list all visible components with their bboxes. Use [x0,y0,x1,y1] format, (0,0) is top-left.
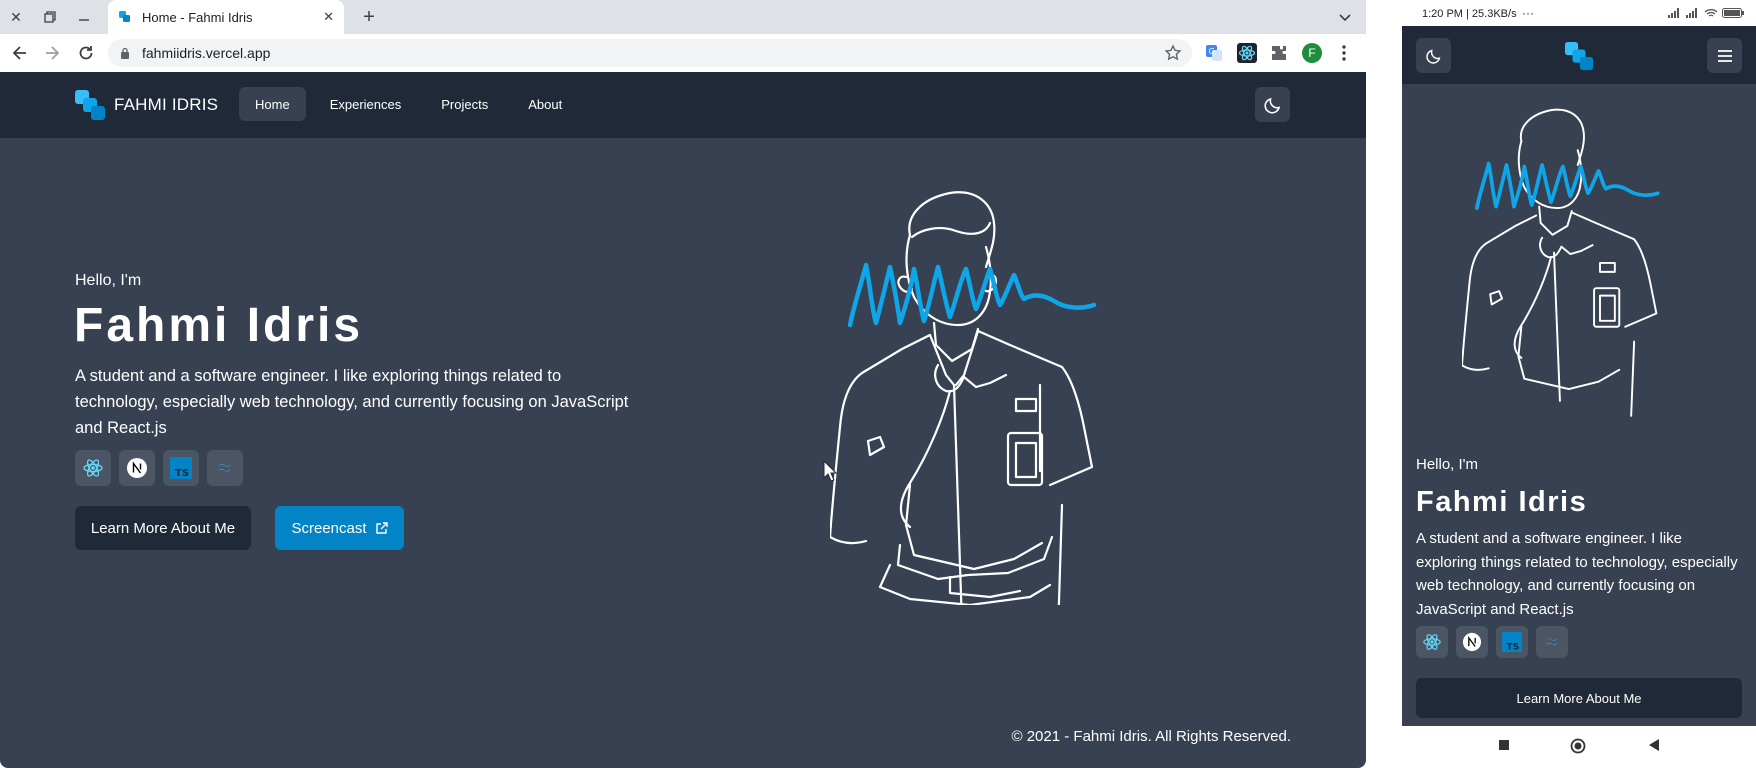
mobile-hero-greeting: Hello, I'm [1416,456,1479,473]
typescript-icon: TS [163,450,199,486]
nav-projects[interactable]: Projects [425,87,504,121]
status-time: 1:20 PM | 25.3KB/s [1422,8,1517,20]
status-more-icon: ··· [1522,6,1534,20]
reload-icon[interactable] [76,43,96,63]
react-devtools-extension-icon[interactable] [1237,43,1257,63]
nextjs-icon [1456,626,1488,658]
browser-toolbar: fahmiidris.vercel.app G F [0,34,1366,72]
nav-experiences[interactable]: Experiences [314,87,418,121]
restore-window-icon[interactable] [40,7,60,27]
mobile-hero-description: A student and a software engineer. I lik… [1416,530,1738,618]
web-page: FAHMI IDRIS Home Experiences Projects Ab… [0,72,1366,768]
nav-links: Home Experiences Projects About [239,87,578,121]
hamburger-menu-button[interactable] [1707,38,1742,73]
back-triangle-icon[interactable] [1648,738,1660,757]
close-tab-icon[interactable]: ✕ [323,9,334,25]
brand[interactable]: FAHMI IDRIS [74,89,218,121]
tab-home[interactable]: Home - Fahmi Idris ✕ [108,0,344,34]
svg-text:TS: TS [1507,642,1520,652]
hero-name: Fahmi Idris [74,299,364,352]
moon-icon [1263,97,1280,114]
hero-illustration [830,191,1097,605]
svg-text:TS: TS [175,468,189,479]
browser-window: ✕ Home - Fahmi Idris ✕ + fahmiidris.verc… [0,0,1366,768]
mobile-learn-more-button[interactable]: Learn More About Me [1416,678,1742,718]
recents-square-icon[interactable] [1498,738,1510,756]
react-icon [75,450,111,486]
svg-text:G: G [1209,47,1215,56]
tailwind-icon [207,450,243,486]
hamburger-icon [1717,49,1732,62]
home-circle-icon[interactable] [1570,738,1586,759]
signal-icon [1668,8,1679,18]
wifi-icon [1704,9,1718,17]
bookmark-star-icon[interactable] [1164,44,1182,62]
mobile-tech-stack: TS [1416,626,1568,658]
moon-icon [1425,49,1440,64]
lock-icon [121,47,129,59]
url-text: fahmiidris.vercel.app [142,45,271,61]
phone-screen: 1:20 PM | 25.3KB/s ··· Hello, I'm Fahmi … [1402,0,1756,768]
screencast-button[interactable]: Screencast [275,506,404,550]
theme-toggle-button[interactable] [1255,87,1290,122]
brand-name: FAHMI IDRIS [114,95,219,114]
mobile-web-page: Hello, I'm Fahmi Idris A student and a s… [1402,26,1756,726]
profile-avatar[interactable]: F [1302,43,1322,63]
mobile-hero-name: Fahmi Idris [1416,486,1588,518]
tab-title: Home - Fahmi Idris [142,9,253,25]
brand-logo-icon [75,90,105,120]
minimize-window-icon[interactable] [74,7,94,27]
extensions-puzzle-icon[interactable] [1269,43,1289,63]
android-nav-bar [1402,726,1756,768]
mobile-brand-logo-icon[interactable] [1564,41,1594,71]
signal-icon-2 [1686,8,1697,18]
screencast-label: Screencast [291,519,367,537]
battery-icon [1722,8,1744,18]
tailwind-icon [1536,626,1568,658]
mobile-theme-toggle-button[interactable] [1416,38,1451,73]
status-bar: 1:20 PM | 25.3KB/s ··· [1402,0,1756,26]
mobile-navbar [1402,26,1756,84]
footer-copyright: © 2021 - Fahmi Idris. All Rights Reserve… [1011,728,1292,745]
nextjs-icon [119,450,155,486]
site-navbar: FAHMI IDRIS Home Experiences Projects Ab… [0,72,1366,138]
mouse-cursor-icon [823,460,837,482]
browser-menu-icon[interactable] [1336,44,1352,62]
nav-about[interactable]: About [512,87,578,121]
tab-strip: ✕ Home - Fahmi Idris ✕ + [0,0,1366,34]
typescript-icon: TS [1496,626,1528,658]
tab-search-chevron-icon[interactable] [1336,8,1354,26]
screen: ✕ Home - Fahmi Idris ✕ + fahmiidris.verc… [0,0,1756,768]
external-link-icon [375,521,388,534]
mobile-hero-illustration [1462,108,1660,417]
tech-stack: TS [75,450,243,486]
back-arrow-icon[interactable] [10,43,30,63]
address-bar[interactable]: fahmiidris.vercel.app [108,39,1192,67]
new-tab-icon[interactable]: + [358,6,380,28]
site-favicon-icon [119,11,130,22]
translate-extension-icon[interactable]: G [1204,43,1224,63]
close-window-icon[interactable]: ✕ [6,7,26,27]
hero-greeting: Hello, I'm [75,272,142,289]
learn-more-button[interactable]: Learn More About Me [75,506,251,550]
hero-description: A student and a software engineer. I lik… [75,367,629,437]
nav-home[interactable]: Home [239,87,306,121]
react-icon [1416,626,1448,658]
forward-arrow-icon[interactable] [42,43,62,63]
